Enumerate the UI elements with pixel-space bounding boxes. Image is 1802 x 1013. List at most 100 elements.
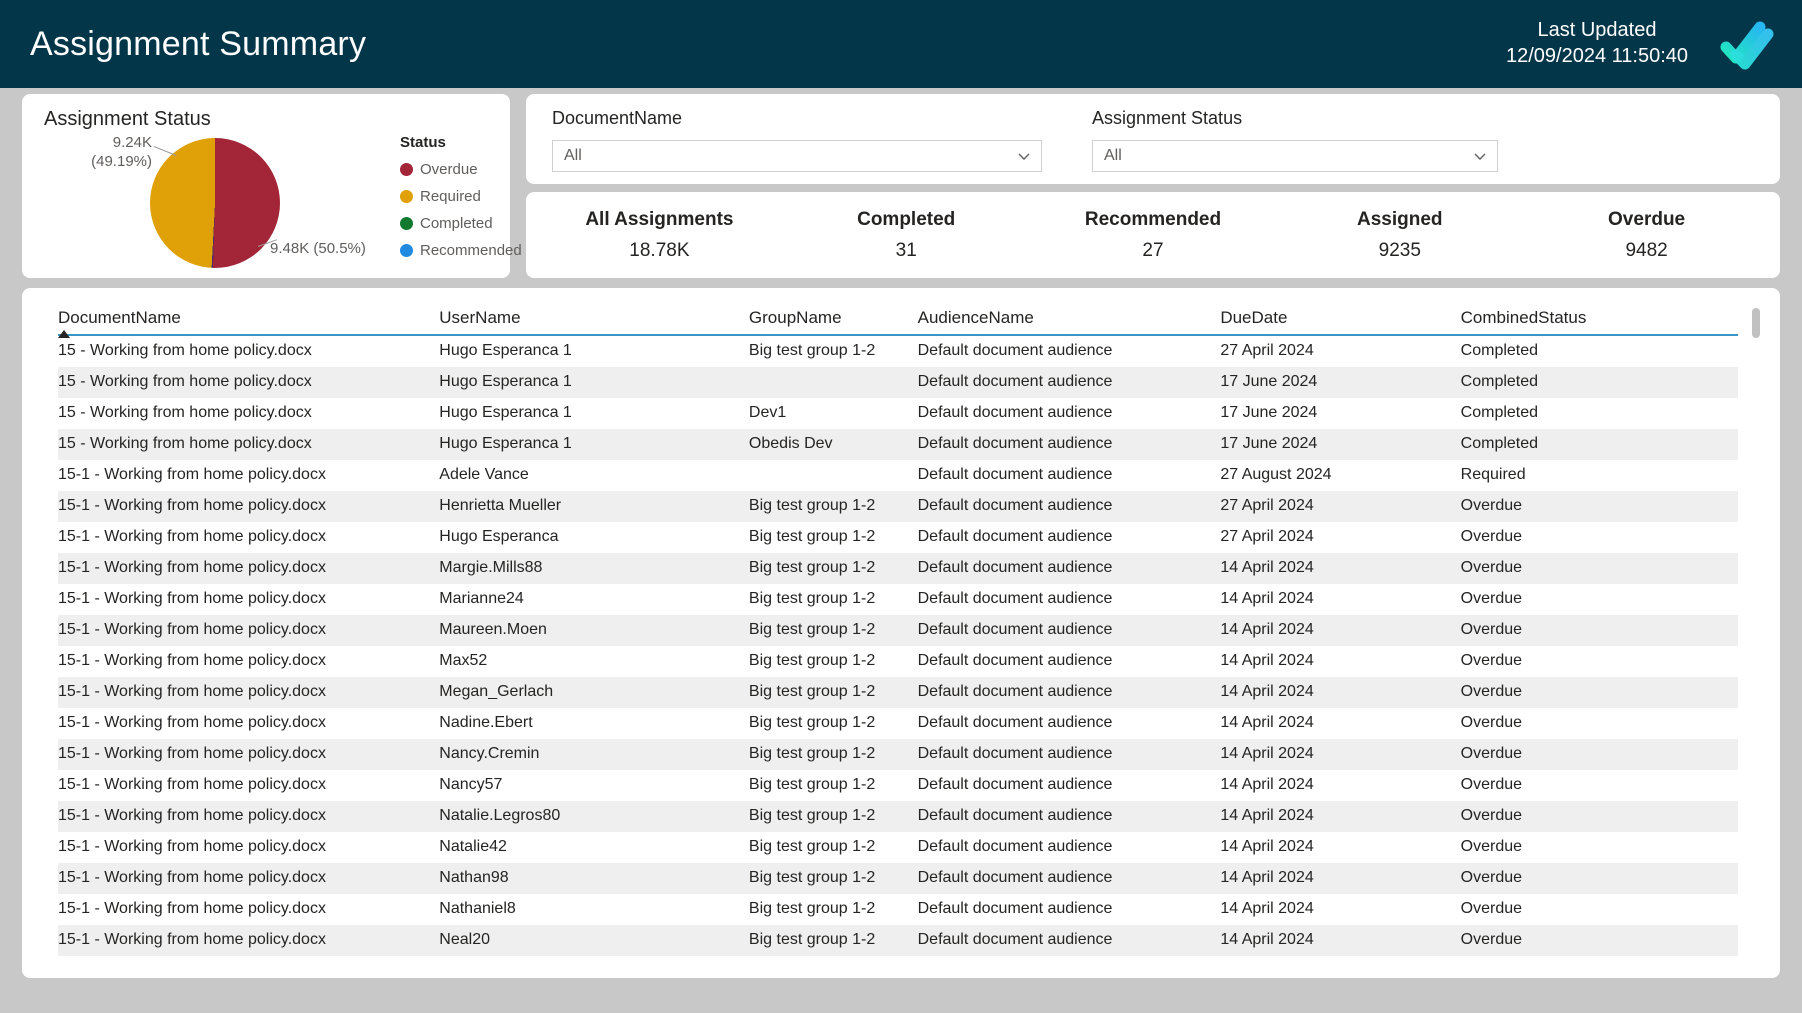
slicer-selected-value: All xyxy=(1104,147,1122,164)
assignment-status-dropdown[interactable]: All xyxy=(1092,140,1498,172)
table-cell-audiencename: Default document audience xyxy=(917,466,1113,483)
table-cell-combinedstatus: Overdue xyxy=(1460,652,1523,669)
table-cell-username: Nathaniel8 xyxy=(439,900,516,917)
table-row[interactable]: 15-1 - Working from home policy.docx Henr… xyxy=(58,491,1738,522)
chevron-down-icon[interactable] xyxy=(1472,148,1488,164)
column-header-duedate[interactable]: DueDate xyxy=(1220,308,1460,335)
slicer-selected-value: All xyxy=(564,147,582,164)
table-row[interactable]: 15-1 - Working from home policy.docx Mari… xyxy=(58,584,1738,615)
column-header-documentname[interactable]: DocumentName xyxy=(58,308,439,338)
table-cell-documentname: 15-1 - Working from home policy.docx xyxy=(58,745,326,762)
table-cell-combinedstatus: Overdue xyxy=(1460,900,1523,917)
assignments-table-scroll[interactable]: DocumentName UserName GroupName Audience… xyxy=(58,308,1766,978)
table-row[interactable]: 15-1 - Working from home policy.docx Maur… xyxy=(58,615,1738,646)
pie-slices[interactable] xyxy=(150,138,280,268)
slicer-assignment-status: Assignment Status All xyxy=(1092,108,1498,172)
table-cell-audiencename: Default document audience xyxy=(917,931,1113,948)
table-cell-groupname: Dev1 xyxy=(748,404,787,421)
kpi-assigned[interactable]: Assigned 9235 xyxy=(1276,209,1523,262)
table-row[interactable]: 15-1 - Working from home policy.docx Nanc… xyxy=(58,770,1738,801)
legend-item-recommended[interactable]: Recommended xyxy=(400,242,522,259)
table-row[interactable]: 15 - Working from home policy.docx Hugo E… xyxy=(58,429,1738,460)
legend-item-label: Recommended xyxy=(420,242,522,259)
table-cell-combinedstatus: Overdue xyxy=(1460,869,1523,886)
table-cell-documentname: 15-1 - Working from home policy.docx xyxy=(58,714,326,731)
legend-swatch-icon xyxy=(400,244,413,257)
pie-chart[interactable] xyxy=(150,138,280,268)
table-cell-groupname: Obedis Dev xyxy=(748,435,833,452)
page-title: Assignment Summary xyxy=(30,24,367,63)
table-cell-username: Nancy.Cremin xyxy=(439,745,540,762)
documentname-dropdown[interactable]: All xyxy=(552,140,1042,172)
table-row[interactable]: 15-1 - Working from home policy.docx Nadi… xyxy=(58,708,1738,739)
column-header-combinedstatus[interactable]: CombinedStatus xyxy=(1461,308,1738,335)
table-cell-groupname: Big test group 1-2 xyxy=(748,683,876,700)
table-row[interactable]: 15-1 - Working from home policy.docx Nata… xyxy=(58,832,1738,863)
column-header-label: DocumentName xyxy=(58,308,181,327)
table-cell-combinedstatus: Overdue xyxy=(1460,838,1523,855)
table-row[interactable]: 15-1 - Working from home policy.docx Neal… xyxy=(58,925,1738,956)
table-row[interactable]: 15 - Working from home policy.docx Hugo E… xyxy=(58,398,1738,429)
table-row[interactable]: 15 - Working from home policy.docx Hugo E… xyxy=(58,335,1738,367)
table-cell-documentname: 15-1 - Working from home policy.docx xyxy=(58,900,326,917)
table-row[interactable]: 15-1 - Working from home policy.docx Nath… xyxy=(58,894,1738,925)
column-header-username[interactable]: UserName xyxy=(439,308,749,335)
table-row[interactable]: 15-1 - Working from home policy.docx Nata… xyxy=(58,801,1738,832)
legend-item-overdue[interactable]: Overdue xyxy=(400,161,522,178)
table-cell-groupname xyxy=(749,367,918,398)
kpi-recommended[interactable]: Recommended 27 xyxy=(1030,209,1277,262)
table-cell-groupname: Big test group 1-2 xyxy=(748,869,876,886)
kpi-title: Recommended xyxy=(1084,208,1222,230)
table-cell-audiencename: Default document audience xyxy=(917,373,1113,390)
table-cell-combinedstatus: Overdue xyxy=(1460,497,1523,514)
table-cell-groupname: Big test group 1-2 xyxy=(748,590,876,607)
kpi-overdue[interactable]: Overdue 9482 xyxy=(1523,209,1770,262)
legend-item-required[interactable]: Required xyxy=(400,188,522,205)
kpi-all-assignments[interactable]: All Assignments 18.78K xyxy=(536,209,783,262)
table-row[interactable]: 15 - Working from home policy.docx Hugo E… xyxy=(58,367,1738,398)
table-cell-combinedstatus: Overdue xyxy=(1460,590,1523,607)
table-row[interactable]: 15-1 - Working from home policy.docx Hugo… xyxy=(58,522,1738,553)
chart-legend: Status Overdue Required Completed Recomm… xyxy=(400,134,522,269)
table-cell-documentname: 15-1 - Working from home policy.docx xyxy=(58,621,326,638)
kpi-value: 31 xyxy=(895,239,917,261)
vertical-scrollbar-thumb[interactable] xyxy=(1752,308,1760,338)
chart-title: Assignment Status xyxy=(44,108,211,130)
table-row[interactable]: 15-1 - Working from home policy.docx Marg… xyxy=(58,553,1738,584)
chevron-down-icon[interactable] xyxy=(1016,148,1032,164)
table-cell-audiencename: Default document audience xyxy=(917,621,1113,638)
table-cell-audiencename: Default document audience xyxy=(917,776,1113,793)
table-cell-duedate: 14 April 2024 xyxy=(1220,621,1314,638)
kpi-completed[interactable]: Completed 31 xyxy=(783,209,1030,262)
table-cell-groupname: Big test group 1-2 xyxy=(748,807,876,824)
table-row[interactable]: 15-1 - Working from home policy.docx Mega… xyxy=(58,677,1738,708)
table-cell-audiencename: Default document audience xyxy=(917,497,1113,514)
table-cell-documentname: 15-1 - Working from home policy.docx xyxy=(58,869,326,886)
kpi-value: 27 xyxy=(1142,239,1164,261)
table-row[interactable]: 15-1 - Working from home policy.docx Nanc… xyxy=(58,739,1738,770)
table-cell-audiencename: Default document audience xyxy=(917,714,1113,731)
table-row[interactable]: 15-1 - Working from home policy.docx Adel… xyxy=(58,460,1738,491)
table-cell-username: Adele Vance xyxy=(439,466,529,483)
legend-swatch-icon xyxy=(400,217,413,230)
table-cell-username: Nathan98 xyxy=(439,869,509,886)
column-header-groupname[interactable]: GroupName xyxy=(749,308,918,335)
table-row[interactable]: 15-1 - Working from home policy.docx Nath… xyxy=(58,863,1738,894)
assignments-table-card: DocumentName UserName GroupName Audience… xyxy=(22,288,1780,978)
table-cell-combinedstatus: Completed xyxy=(1460,435,1539,452)
kpi-summary-card: All Assignments 18.78K Completed 31 Reco… xyxy=(526,192,1780,278)
table-cell-groupname: Big test group 1-2 xyxy=(748,342,876,359)
table-cell-duedate: 27 April 2024 xyxy=(1220,342,1314,359)
kpi-title: Overdue xyxy=(1608,208,1686,230)
legend-item-completed[interactable]: Completed xyxy=(400,215,522,232)
table-cell-combinedstatus: Completed xyxy=(1460,342,1539,359)
slicer-documentname: DocumentName All xyxy=(552,108,1042,172)
table-cell-duedate: 14 April 2024 xyxy=(1220,559,1314,576)
table-cell-audiencename: Default document audience xyxy=(917,652,1113,669)
legend-item-label: Required xyxy=(420,188,481,205)
column-header-audiencename[interactable]: AudienceName xyxy=(918,308,1221,335)
table-row[interactable]: 15-1 - Working from home policy.docx Max5… xyxy=(58,646,1738,677)
table-cell-combinedstatus: Completed xyxy=(1460,404,1539,421)
table-body: 15 - Working from home policy.docx Hugo E… xyxy=(58,335,1738,956)
table-cell-groupname: Big test group 1-2 xyxy=(748,745,876,762)
